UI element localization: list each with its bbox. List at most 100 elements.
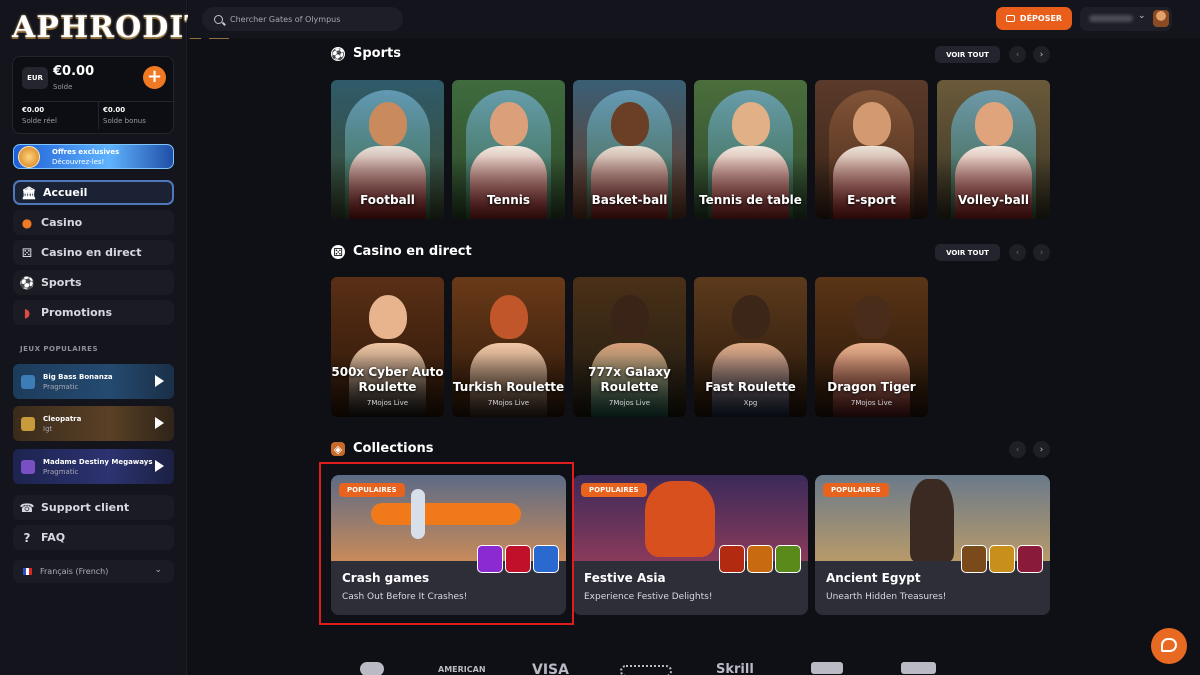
collection-card-festive-asia[interactable]: POPULAIRES Festive Asia Experience Festi… bbox=[573, 475, 808, 615]
game-provider: Igt bbox=[43, 424, 53, 433]
dragon-image bbox=[645, 481, 715, 557]
visa-logo: VISA bbox=[532, 662, 569, 675]
nav-item-sports[interactable]: ⚽ Sports bbox=[13, 270, 174, 295]
collection-subtitle: Unearth Hidden Treasures! bbox=[826, 592, 947, 602]
live-tile[interactable]: 500x Cyber Auto Roulette 7Mojos Live bbox=[331, 277, 444, 417]
game-name: Big Bass Bonanza bbox=[43, 372, 113, 381]
nav-item-promotions[interactable]: ◗ Promotions bbox=[13, 300, 174, 325]
live-tile-label: Turkish Roulette bbox=[452, 380, 565, 394]
collections-next-arrow-icon[interactable]: › bbox=[1033, 441, 1050, 458]
game-thumbnail[interactable] bbox=[747, 545, 773, 573]
nav-item-label: Casino en direct bbox=[41, 246, 142, 259]
sports-prev-arrow-icon[interactable]: ‹ bbox=[1009, 46, 1026, 63]
sports-next-arrow-icon[interactable]: › bbox=[1033, 46, 1050, 63]
nav-item-home[interactable]: 🏛 Accueil bbox=[13, 180, 174, 205]
search-icon bbox=[214, 14, 223, 24]
popular-game-item[interactable]: Big Bass Bonanza Pragmatic bbox=[13, 364, 174, 399]
sport-tile-table-tennis[interactable]: Tennis de table bbox=[694, 80, 807, 219]
game-thumbnail[interactable] bbox=[961, 545, 987, 573]
add-funds-button[interactable]: + bbox=[143, 66, 166, 89]
live-casino-see-all-button[interactable]: VOIR TOUT bbox=[935, 244, 1000, 261]
casino-chip-icon: ● bbox=[21, 215, 33, 230]
payment-logo bbox=[620, 665, 672, 675]
treasure-icon: ◈ bbox=[331, 442, 345, 456]
play-icon[interactable] bbox=[155, 460, 164, 472]
live-casino-prev-arrow-icon[interactable]: ‹ bbox=[1009, 244, 1026, 261]
live-tile-label: Fast Roulette bbox=[705, 380, 796, 394]
collection-name: Ancient Egypt bbox=[826, 571, 921, 585]
tile-shade bbox=[815, 156, 928, 219]
real-balance-label: Solde réel bbox=[22, 117, 57, 125]
collection-card-ancient-egypt[interactable]: POPULAIRES Ancient Egypt Unearth Hidden … bbox=[815, 475, 1050, 615]
game-thumbnail bbox=[21, 374, 35, 389]
collections-prev-arrow-icon[interactable]: ‹ bbox=[1009, 441, 1026, 458]
live-tile-label: 777x Galaxy Roulette bbox=[588, 365, 671, 394]
game-thumbnail[interactable] bbox=[719, 545, 745, 573]
nav-item-casino[interactable]: ● Casino bbox=[13, 210, 174, 235]
cleopatra-image bbox=[910, 479, 954, 561]
nav-item-label: Promotions bbox=[41, 306, 113, 319]
search-input[interactable] bbox=[230, 14, 390, 24]
top-bar: DÉPOSER ⌄ bbox=[188, 0, 1200, 38]
france-flag-icon bbox=[23, 568, 32, 575]
sport-tile-esport[interactable]: E-sport bbox=[815, 80, 928, 219]
skrill-logo: Skrill bbox=[716, 662, 754, 675]
tile-shade bbox=[573, 156, 686, 219]
watermelon-icon: ◗ bbox=[23, 305, 31, 320]
nav-item-faq[interactable]: ? FAQ bbox=[13, 525, 174, 550]
offer-subtitle: Découvrez-les! bbox=[52, 158, 105, 166]
sport-tile-basketball[interactable]: Basket-ball bbox=[573, 80, 686, 219]
dice-icon: ⚄ bbox=[21, 245, 33, 260]
live-tile[interactable]: 777x Galaxy Roulette 7Mojos Live bbox=[573, 277, 686, 417]
play-icon[interactable] bbox=[155, 417, 164, 429]
username-blurred bbox=[1089, 15, 1133, 22]
live-tile[interactable]: Fast Roulette Xpg bbox=[694, 277, 807, 417]
chevron-down-icon: ⌄ bbox=[1138, 11, 1146, 21]
sport-tile-football[interactable]: Football bbox=[331, 80, 444, 219]
real-balance: €0.00 Solde réel bbox=[22, 101, 99, 129]
real-balance-value: €0.00 bbox=[22, 106, 45, 114]
sport-tile-label: E-sport bbox=[847, 193, 896, 207]
game-thumbnail[interactable] bbox=[1017, 545, 1043, 573]
tile-character bbox=[732, 295, 770, 339]
sports-see-all-button[interactable]: VOIR TOUT bbox=[935, 46, 1000, 63]
popular-game-item[interactable]: Cleopatra Igt bbox=[13, 406, 174, 441]
game-name: Cleopatra bbox=[43, 414, 82, 423]
play-icon[interactable] bbox=[155, 375, 164, 387]
tile-character bbox=[369, 102, 407, 146]
game-provider: Pragmatic bbox=[43, 467, 79, 476]
live-tile-label: Dragon Tiger bbox=[827, 380, 916, 394]
nav-item-label: Casino bbox=[41, 216, 83, 229]
live-chat-button[interactable] bbox=[1151, 628, 1187, 664]
game-name: Madame Destiny Megaways bbox=[43, 457, 153, 466]
exclusive-offers-banner[interactable]: Offres exclusives Découvrez-les! bbox=[13, 144, 174, 169]
help-icon: ? bbox=[23, 530, 31, 545]
offer-badge-icon bbox=[18, 146, 40, 168]
sport-tile-tennis[interactable]: Tennis bbox=[452, 80, 565, 219]
game-thumbnail[interactable] bbox=[775, 545, 801, 573]
game-thumbnail[interactable] bbox=[989, 545, 1015, 573]
balance-amount: €0.00 bbox=[53, 64, 95, 79]
collection-thumbnails bbox=[719, 545, 801, 573]
popular-game-item[interactable]: Madame Destiny Megaways Pragmatic bbox=[13, 449, 174, 484]
balance-label: Solde bbox=[53, 83, 73, 91]
sport-tile-volleyball[interactable]: Volley-ball bbox=[937, 80, 1050, 219]
nav-item-live-casino[interactable]: ⚄ Casino en direct bbox=[13, 240, 174, 265]
collection-thumbnails bbox=[961, 545, 1043, 573]
live-tile[interactable]: Dragon Tiger 7Mojos Live bbox=[815, 277, 928, 417]
game-provider: Pragmatic bbox=[43, 382, 79, 391]
live-tile-provider: 7Mojos Live bbox=[487, 399, 530, 407]
deposit-button[interactable]: DÉPOSER bbox=[996, 7, 1072, 30]
search-box[interactable] bbox=[202, 7, 403, 31]
offer-title: Offres exclusives bbox=[52, 148, 120, 156]
collection-name: Festive Asia bbox=[584, 571, 666, 585]
nav-item-label: Accueil bbox=[43, 186, 88, 199]
giropay-logo bbox=[811, 662, 843, 674]
nav-item-support[interactable]: ☎ Support client bbox=[13, 495, 174, 520]
tile-character bbox=[490, 102, 528, 146]
live-tile[interactable]: Turkish Roulette 7Mojos Live bbox=[452, 277, 565, 417]
language-selector[interactable]: Français (French) ⌄ bbox=[13, 560, 174, 583]
live-casino-next-arrow-icon[interactable]: › bbox=[1033, 244, 1050, 261]
user-menu[interactable]: ⌄ bbox=[1080, 7, 1172, 31]
live-tile-provider: 7Mojos Live bbox=[850, 399, 893, 407]
